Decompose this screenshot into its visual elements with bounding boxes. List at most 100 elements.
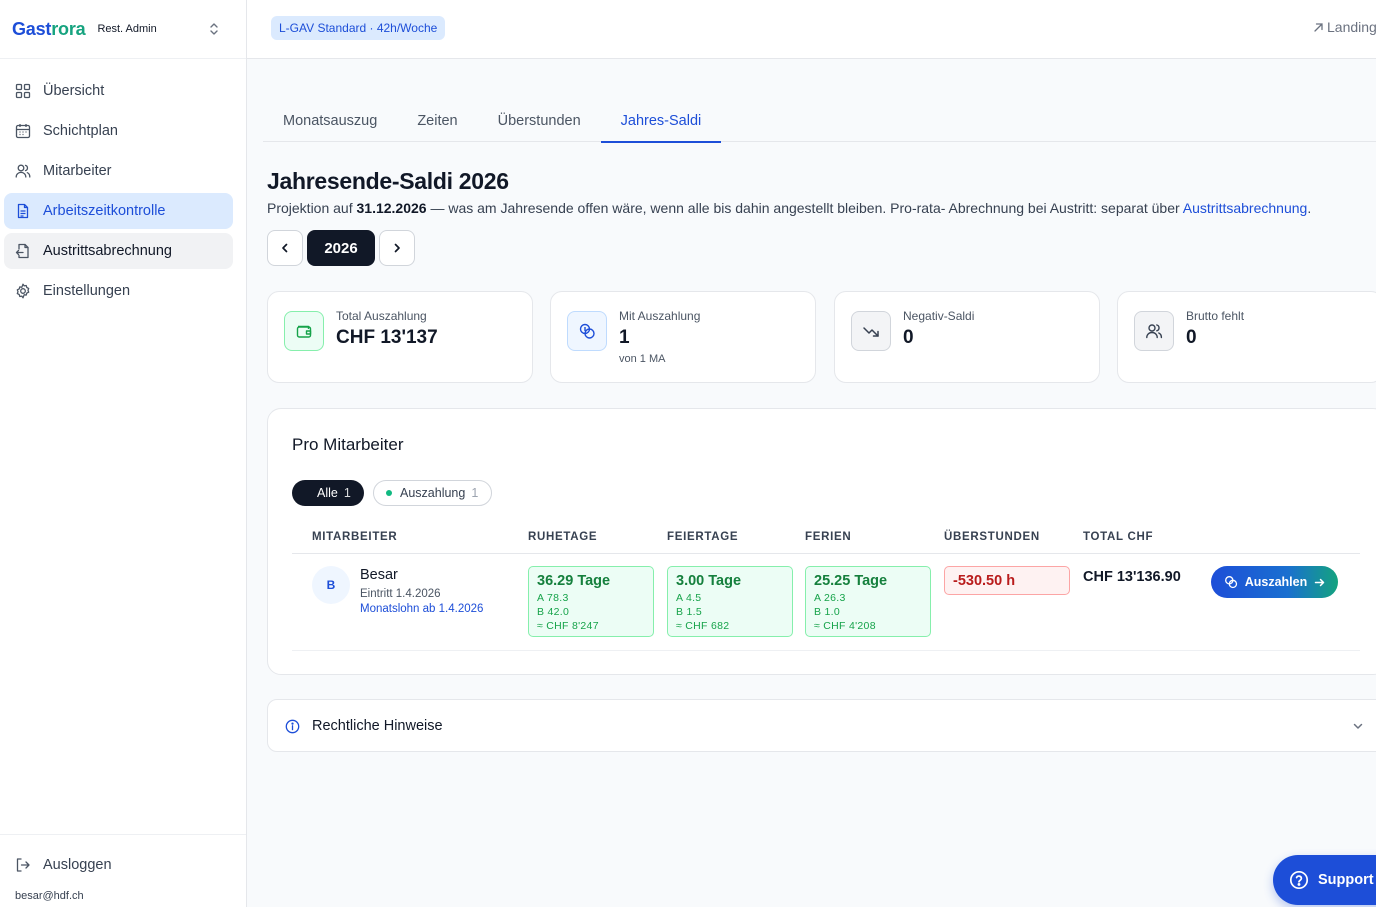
landing-link[interactable]: Landing: [1313, 19, 1376, 35]
stat-value: 0: [1186, 327, 1197, 348]
stat-card-total-auszahlung: Total Auszahlung CHF 13'137: [267, 291, 533, 383]
tab-bar: Monatsauszug Zeiten Überstunden Jahres-S…: [263, 100, 1376, 143]
role-label: Rest. Admin: [97, 23, 157, 35]
panel-title: Pro Mitarbeiter: [292, 435, 404, 454]
external-arrow-icon: [1313, 22, 1324, 33]
sidebar-item-label: Austrittsabrechnung: [43, 243, 172, 259]
chevron-down-icon: [1352, 720, 1364, 732]
auszahlen-label: Auszahlen: [1244, 575, 1308, 589]
balance-chf: ≈ CHF 4'208: [814, 620, 876, 632]
balance-a: A 4.5: [676, 592, 702, 604]
tab-monatsauszug[interactable]: Monatsauszug: [263, 100, 397, 142]
stat-value: 1: [619, 327, 630, 348]
chevron-up-down-icon[interactable]: [208, 22, 220, 36]
legal-notes-title: Rechtliche Hinweise: [312, 718, 443, 734]
file-exit-icon: [15, 243, 31, 259]
tab-zeiten[interactable]: Zeiten: [397, 100, 477, 142]
grid-icon: [15, 83, 31, 99]
balance-chf: ≈ CHF 682: [676, 620, 730, 632]
balance-a: A 26.3: [814, 592, 846, 604]
chevron-right-icon: [391, 242, 403, 254]
col-header-total-chf[interactable]: TOTAL CHF: [1083, 531, 1153, 543]
balance-main: 36.29 Tage: [537, 573, 611, 589]
sidebar-item-austrittsabrechnung[interactable]: Austrittsabrechnung: [4, 233, 233, 269]
sidebar-item-uebersicht[interactable]: Übersicht: [4, 73, 233, 109]
wallet-icon: [284, 311, 324, 351]
sidebar-footer: Ausloggen besar@hdf.ch: [0, 834, 246, 907]
stat-note: von 1 MA: [619, 353, 666, 365]
sidebar-item-arbeitszeitkontrolle[interactable]: Arbeitszeitkontrolle: [4, 193, 233, 229]
stat-card-negativ-saldi: Negativ-Saldi 0: [834, 291, 1100, 383]
gear-icon: [15, 283, 31, 299]
support-button[interactable]: Support: [1273, 855, 1376, 905]
chevron-left-icon: [279, 242, 291, 254]
filter-count: 1: [343, 486, 351, 500]
ruhetage-balance: 36.29 Tage A 78.3 B 42.0 ≈ CHF 8'247: [528, 566, 654, 637]
logout-label: Ausloggen: [43, 857, 112, 873]
legal-notes-accordion[interactable]: Rechtliche Hinweise: [267, 699, 1376, 752]
sidebar-item-label: Einstellungen: [43, 283, 131, 299]
filter-chip-auszahlung[interactable]: Auszahlung 1: [373, 480, 493, 506]
logout-icon: [15, 857, 31, 873]
avatar: B: [312, 566, 350, 604]
page-subtitle: Projektion auf 31.12.2026 — was am Jahre…: [267, 200, 1312, 216]
year-selector[interactable]: 2026: [307, 230, 375, 266]
sidebar-item-label: Schichtplan: [43, 123, 118, 139]
filter-chip-alle[interactable]: Alle 1: [292, 480, 364, 506]
coins-icon: [1224, 575, 1238, 589]
prev-year-button[interactable]: [267, 230, 303, 266]
info-icon: [285, 719, 300, 734]
total-chf-value: CHF 13'136.90: [1083, 569, 1181, 585]
sidebar-item-schichtplan[interactable]: Schichtplan: [4, 113, 233, 149]
user-email: besar@hdf.ch: [15, 890, 84, 902]
help-circle-icon: [1289, 870, 1309, 890]
col-header-ueberstunden[interactable]: ÜBERSTUNDEN: [944, 531, 1040, 543]
support-label: Support: [1318, 872, 1374, 888]
col-header-ferien[interactable]: FERIEN: [805, 531, 851, 543]
ueberstunden-balance: -530.50 h: [944, 566, 1070, 595]
projection-date: 31.12.2026: [356, 200, 427, 216]
sidebar-item-label: Übersicht: [43, 83, 105, 99]
stat-label: Brutto fehlt: [1186, 309, 1245, 323]
page-title: Jahresende-Saldi 2026: [267, 168, 509, 194]
stat-value: CHF 13'137: [336, 327, 438, 348]
table-header-divider: [292, 553, 1360, 554]
col-header-mitarbeiter[interactable]: MITARBEITER: [312, 531, 397, 543]
next-year-button[interactable]: [379, 230, 415, 266]
balance-chf: ≈ CHF 8'247: [537, 620, 599, 632]
users-icon: [1134, 311, 1174, 351]
austrittsabrechnung-link[interactable]: Austrittsabrechnung: [1183, 200, 1308, 216]
sidebar-item-mitarbeiter[interactable]: Mitarbeiter: [4, 153, 233, 189]
document-icon: [15, 203, 31, 219]
col-header-feiertage[interactable]: FEIERTAGE: [667, 531, 738, 543]
trending-down-icon: [851, 311, 891, 351]
salary-link[interactable]: Monatslohn ab 1.4.2026: [360, 603, 483, 615]
calendar-icon: [15, 123, 31, 139]
balance-b: B 1.5: [676, 606, 703, 618]
tab-jahres-saldi[interactable]: Jahres-Saldi: [600, 100, 722, 143]
stat-label: Mit Auszahlung: [619, 309, 701, 323]
sidebar-item-label: Mitarbeiter: [43, 163, 112, 179]
feiertage-balance: 3.00 Tage A 4.5 B 1.5 ≈ CHF 682: [667, 566, 793, 637]
status-dot: [386, 490, 392, 496]
employee-name[interactable]: Besar: [360, 567, 398, 583]
users-icon: [15, 163, 31, 179]
col-header-ruhetage[interactable]: RUHETAGE: [528, 531, 597, 543]
brand-row: Gastrora Rest. Admin: [0, 0, 246, 59]
stat-label: Negativ-Saldi: [903, 309, 975, 323]
auszahlen-button[interactable]: Auszahlen: [1211, 566, 1338, 598]
stat-card-mit-auszahlung: Mit Auszahlung 1 von 1 MA: [550, 291, 816, 383]
stat-card-brutto-fehlt: Brutto fehlt 0: [1117, 291, 1376, 383]
landing-label: Landing: [1327, 19, 1376, 35]
stat-label: Total Auszahlung: [336, 309, 427, 323]
arrow-right-icon: [1314, 577, 1325, 588]
coins-icon: [567, 311, 607, 351]
balance-a: A 78.3: [537, 592, 569, 604]
sidebar-nav: Übersicht Schichtplan Mitarbeiter Arbeit…: [0, 59, 246, 309]
plan-badge: L-GAV Standard · 42h/Woche: [271, 16, 446, 40]
logout-button[interactable]: Ausloggen: [4, 850, 246, 880]
sidebar-item-einstellungen[interactable]: Einstellungen: [4, 273, 233, 309]
brand-logo[interactable]: Gastrora: [12, 19, 86, 40]
tab-ueberstunden[interactable]: Überstunden: [478, 100, 601, 142]
sidebar-item-label: Arbeitszeitkontrolle: [43, 203, 166, 219]
